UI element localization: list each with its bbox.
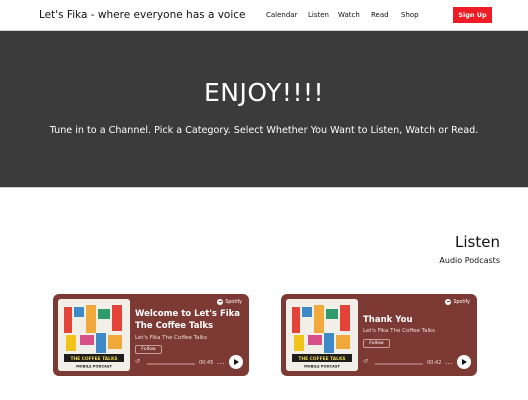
podcast-cover-image[interactable]: THE COFFEE TALKS MOBILE PODCAST [286, 299, 358, 371]
follow-button[interactable]: Follow [135, 345, 162, 354]
follow-button[interactable]: Follow [363, 339, 390, 348]
spotify-label: Spotify [225, 299, 242, 305]
spotify-label: Spotify [453, 299, 470, 305]
sign-up-button[interactable]: Sign Up [453, 7, 492, 23]
nav-shop[interactable]: Shop [401, 11, 419, 19]
spotify-badge[interactable]: Spotify [445, 299, 470, 305]
podcast-player-card: THE COFFEE TALKS MOBILE PODCAST Spotify … [281, 294, 477, 376]
hero-title: ENJOY!!!! [203, 78, 325, 107]
play-button[interactable] [457, 355, 471, 369]
hero-subtitle: Tune in to a Channel. Pick a Category. S… [49, 125, 479, 136]
top-navigation-bar: Let's Fika - where everyone has a voice … [0, 0, 528, 30]
play-button[interactable] [229, 355, 243, 369]
nav-listen[interactable]: Listen [308, 11, 329, 19]
spotify-badge[interactable]: Spotify [217, 299, 242, 305]
nav-watch[interactable]: Watch [338, 11, 360, 19]
cover-caption-2: MOBILE PODCAST [76, 365, 112, 369]
nav-read[interactable]: Read [371, 11, 389, 19]
podcast-player-card: THE COFFEE TALKS MOBILE PODCAST Spotify … [53, 294, 249, 376]
listen-subheading: Audio Podcasts [439, 256, 500, 265]
episode-title[interactable]: Thank You [363, 315, 471, 327]
playback-progress-bar[interactable] [147, 363, 195, 365]
show-name[interactable]: Let's Fika The Coffee Talks [363, 328, 435, 334]
spotify-icon [217, 299, 224, 305]
more-options-icon[interactable]: ... [445, 358, 453, 366]
nav-calendar[interactable]: Calendar [266, 11, 297, 19]
skip-back-icon[interactable]: ↺ [135, 358, 140, 365]
podcast-cover-image[interactable]: THE COFFEE TALKS MOBILE PODCAST [58, 299, 130, 371]
site-title[interactable]: Let's Fika - where everyone has a voice [39, 9, 246, 21]
episode-title[interactable]: Welcome to Let's Fika The Coffee Talks [135, 309, 243, 332]
cover-caption: THE COFFEE TALKS [70, 356, 117, 362]
cover-art: THE COFFEE TALKS MOBILE PODCAST [58, 299, 130, 371]
playback-time: 00:45 [199, 360, 214, 366]
listen-heading: Listen [455, 233, 500, 251]
more-options-icon[interactable]: ... [217, 358, 225, 366]
playback-progress-bar[interactable] [375, 363, 423, 365]
cover-art: THE COFFEE TALKS MOBILE PODCAST [286, 299, 358, 371]
cover-caption: THE COFFEE TALKS [298, 356, 345, 362]
cover-caption-2: MOBILE PODCAST [304, 365, 340, 369]
skip-back-icon[interactable]: ↺ [363, 358, 368, 365]
show-name[interactable]: Let's Fika The Coffee Talks [135, 335, 207, 341]
spotify-icon [445, 299, 452, 305]
playback-time: 00:42 [427, 360, 442, 366]
hero-banner: ENJOY!!!! Tune in to a Channel. Pick a C… [0, 30, 528, 188]
